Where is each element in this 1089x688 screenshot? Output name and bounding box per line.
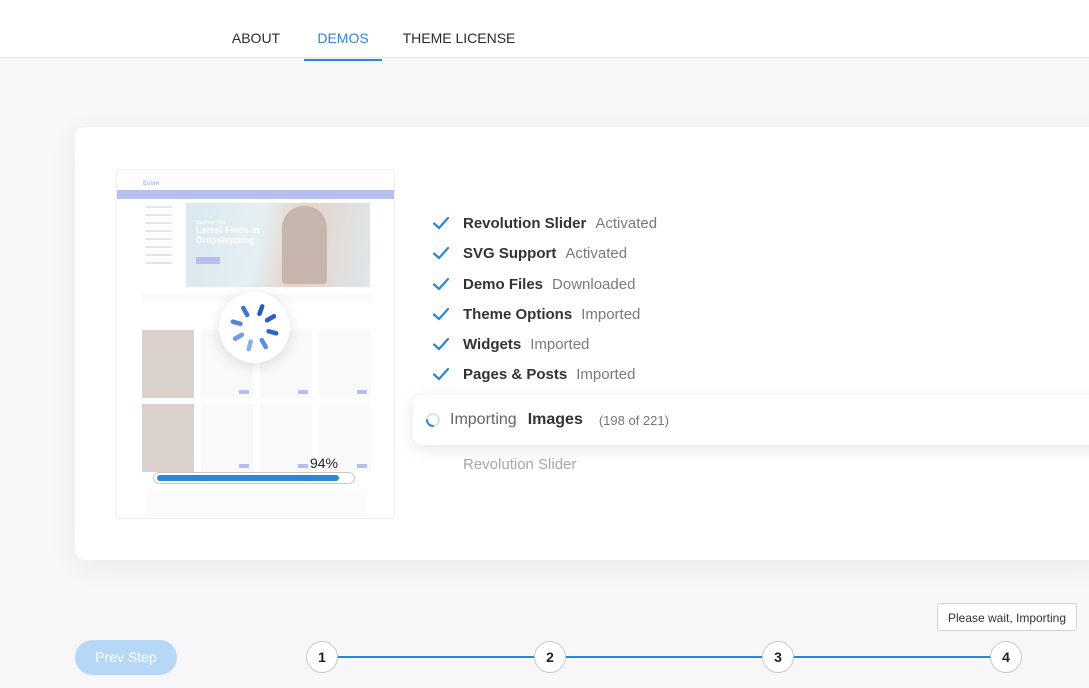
top-tab-bar: ABOUT DEMOS THEME LICENSE — [0, 0, 1089, 61]
preview-hero-title: Latest Finds in Dropshipping — [196, 225, 260, 245]
stepper-step-2[interactable]: 2 — [534, 641, 566, 673]
checkmark-icon — [432, 367, 450, 381]
step-name: SVG Support — [463, 244, 557, 262]
step-name: Demo Files — [463, 275, 544, 293]
tab-theme-license[interactable]: THEME LICENSE — [396, 0, 522, 61]
status-tooltip: Please wait, Importing — [937, 603, 1077, 631]
progress-bar — [153, 472, 355, 484]
step-status: Activated — [565, 244, 628, 262]
step-status: Imported — [581, 305, 641, 323]
preview-logo: Ecom — [143, 181, 160, 187]
checkmark-icon — [432, 216, 450, 230]
importing-target: Images — [527, 411, 583, 428]
prev-step-button[interactable]: Prev Step — [75, 640, 177, 675]
step-demo-files: Demo Files Downloaded — [430, 273, 635, 295]
spinner-icon — [230, 304, 279, 352]
stepper-step-3[interactable]: 3 — [762, 641, 794, 673]
step-name: Pages & Posts — [463, 365, 568, 383]
checkmark-icon — [432, 246, 450, 260]
step-status: Imported — [530, 335, 590, 353]
checkmark-icon — [432, 277, 450, 291]
stepper-step-1[interactable]: 1 — [306, 641, 338, 673]
step-name: Theme Options — [463, 305, 573, 323]
next-import-item: Revolution Slider — [463, 456, 577, 473]
importing-label: Importing — [450, 411, 517, 428]
step-theme-options: Theme Options Imported — [430, 303, 640, 325]
loading-icon — [426, 413, 440, 427]
step-status: Downloaded — [552, 275, 636, 293]
step-pages-posts: Pages & Posts Imported — [430, 363, 635, 385]
progress-bar-fill — [157, 475, 340, 481]
step-status: Activated — [595, 214, 658, 232]
step-name: Widgets — [463, 335, 522, 353]
stepper-line — [322, 656, 1006, 658]
step-widgets: Widgets Imported — [430, 333, 589, 355]
step-status: Imported — [576, 365, 636, 383]
importing-count: (198 of 221) — [598, 412, 669, 428]
tab-demos[interactable]: DEMOS — [304, 0, 382, 61]
tab-about[interactable]: ABOUT — [222, 0, 290, 61]
step-revolution-slider: Revolution Slider Activated — [430, 212, 657, 234]
checkmark-icon — [432, 307, 450, 321]
step-svg-support: SVG Support Activated — [430, 242, 627, 264]
current-import-row: Importing Images (198 of 221) — [413, 395, 1089, 445]
stepper-step-4[interactable]: 4 — [990, 641, 1022, 673]
loading-spinner — [219, 292, 290, 363]
progress-percent: 94% — [309, 455, 339, 471]
checkmark-icon — [432, 337, 450, 351]
step-name: Revolution Slider — [463, 214, 587, 232]
